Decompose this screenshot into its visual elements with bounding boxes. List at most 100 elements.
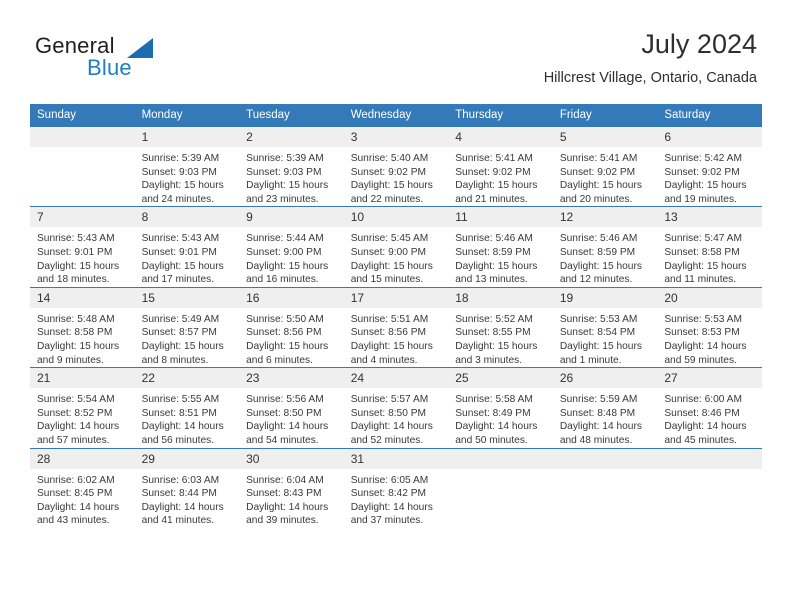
day-cell[interactable]: 7 Sunrise: 5:43 AM Sunset: 9:01 PM Dayli… xyxy=(30,206,135,288)
day-cell[interactable]: 31 Sunrise: 6:05 AM Sunset: 8:42 PM Dayl… xyxy=(343,447,449,528)
weekday-header-row: Sunday Monday Tuesday Wednesday Thursday… xyxy=(30,104,762,127)
day-number: 7 xyxy=(30,207,135,228)
sunset-text: Sunset: 8:52 PM xyxy=(37,407,113,419)
daylight-text-line1: Daylight: 15 hours xyxy=(664,180,747,192)
daylight-text-line1: Daylight: 15 hours xyxy=(37,260,120,272)
day-cell[interactable]: 1 Sunrise: 5:39 AM Sunset: 9:03 PM Dayli… xyxy=(134,125,240,207)
daylight-text-line1: Daylight: 14 hours xyxy=(141,421,224,433)
day-cell[interactable]: 15 Sunrise: 5:49 AM Sunset: 8:57 PM Dayl… xyxy=(134,286,240,368)
day-details: Sunrise: 6:04 AM Sunset: 8:43 PM Dayligh… xyxy=(239,469,344,528)
sunset-text: Sunset: 8:56 PM xyxy=(350,327,427,339)
daylight-text-line1: Daylight: 14 hours xyxy=(664,340,747,352)
calendar-grid: Sunday Monday Tuesday Wednesday Thursday… xyxy=(30,104,762,528)
day-cell[interactable]: 17 Sunrise: 5:51 AM Sunset: 8:56 PM Dayl… xyxy=(343,286,449,368)
day-details: Sunrise: 5:48 AM Sunset: 8:58 PM Dayligh… xyxy=(30,308,135,367)
day-details: Sunrise: 5:52 AM Sunset: 8:55 PM Dayligh… xyxy=(448,308,553,367)
sunrise-text: Sunrise: 5:58 AM xyxy=(455,394,533,406)
day-cell[interactable]: 21 Sunrise: 5:54 AM Sunset: 8:52 PM Dayl… xyxy=(30,367,135,448)
day-cell[interactable]: 20 Sunrise: 5:53 AM Sunset: 8:53 PM Dayl… xyxy=(657,286,762,368)
daylight-text-line2: and 18 minutes. xyxy=(37,274,110,286)
day-cell[interactable]: 29 Sunrise: 6:03 AM Sunset: 8:44 PM Dayl… xyxy=(134,447,240,528)
day-cell[interactable]: 13 Sunrise: 5:47 AM Sunset: 8:58 PM Dayl… xyxy=(657,206,762,288)
sunrise-text: Sunrise: 5:46 AM xyxy=(559,233,638,245)
day-cell[interactable]: 24 Sunrise: 5:57 AM Sunset: 8:50 PM Dayl… xyxy=(343,367,449,448)
sunrise-text: Sunrise: 5:46 AM xyxy=(455,233,533,245)
day-cell[interactable]: 11 Sunrise: 5:46 AM Sunset: 8:59 PM Dayl… xyxy=(448,206,553,288)
sunrise-text: Sunrise: 6:00 AM xyxy=(664,394,742,406)
daylight-text-line2: and 43 minutes. xyxy=(37,515,110,527)
day-cell[interactable] xyxy=(30,125,135,207)
day-cell[interactable]: 18 Sunrise: 5:52 AM Sunset: 8:55 PM Dayl… xyxy=(448,286,553,368)
sunset-text: Sunset: 8:51 PM xyxy=(141,407,217,419)
calendar-body: 1 Sunrise: 5:39 AM Sunset: 9:03 PM Dayli… xyxy=(30,125,762,528)
brand-logo[interactable]: General Blue xyxy=(35,33,155,83)
daylight-text-line2: and 15 minutes. xyxy=(350,274,424,286)
day-details: Sunrise: 5:40 AM Sunset: 9:02 PM Dayligh… xyxy=(344,147,449,206)
sunrise-text: Sunrise: 5:42 AM xyxy=(664,153,742,164)
week-row: 28 Sunrise: 6:02 AM Sunset: 8:45 PM Dayl… xyxy=(30,447,762,528)
day-cell[interactable]: 9 Sunrise: 5:44 AM Sunset: 9:00 PM Dayli… xyxy=(239,206,344,288)
daylight-text-line2: and 3 minutes. xyxy=(455,354,523,366)
day-cell[interactable]: 5 Sunrise: 5:41 AM Sunset: 9:02 PM Dayli… xyxy=(552,125,658,207)
day-details: Sunrise: 5:53 AM Sunset: 8:54 PM Dayligh… xyxy=(553,308,658,367)
day-cell[interactable]: 23 Sunrise: 5:56 AM Sunset: 8:50 PM Dayl… xyxy=(239,367,344,448)
day-cell[interactable]: 16 Sunrise: 5:50 AM Sunset: 8:56 PM Dayl… xyxy=(239,286,344,368)
day-cell[interactable]: 4 Sunrise: 5:41 AM Sunset: 9:02 PM Dayli… xyxy=(448,125,553,207)
day-cell[interactable]: 19 Sunrise: 5:53 AM Sunset: 8:54 PM Dayl… xyxy=(552,286,658,368)
weekday-header-saturday: Saturday xyxy=(657,104,762,127)
day-cell[interactable]: 30 Sunrise: 6:04 AM Sunset: 8:43 PM Dayl… xyxy=(239,447,344,528)
day-cell[interactable]: 3 Sunrise: 5:40 AM Sunset: 9:02 PM Dayli… xyxy=(343,125,449,207)
sunset-text: Sunset: 8:58 PM xyxy=(37,327,113,339)
day-details xyxy=(553,469,658,474)
daylight-text-line1: Daylight: 14 hours xyxy=(246,501,329,513)
day-cell[interactable]: 8 Sunrise: 5:43 AM Sunset: 9:01 PM Dayli… xyxy=(134,206,240,288)
day-cell[interactable]: 27 Sunrise: 6:00 AM Sunset: 8:46 PM Dayl… xyxy=(657,367,762,448)
day-cell[interactable]: 25 Sunrise: 5:58 AM Sunset: 8:49 PM Dayl… xyxy=(448,367,553,448)
daylight-text-line2: and 17 minutes. xyxy=(141,274,215,286)
daylight-text-line1: Daylight: 15 hours xyxy=(246,340,329,352)
daylight-text-line2: and 8 minutes. xyxy=(141,354,209,366)
sunset-text: Sunset: 8:50 PM xyxy=(246,407,322,419)
daylight-text-line2: and 1 minute. xyxy=(559,354,622,366)
weekday-header-thursday: Thursday xyxy=(448,104,553,127)
day-details: Sunrise: 5:59 AM Sunset: 8:48 PM Dayligh… xyxy=(553,388,658,447)
day-cell[interactable]: 14 Sunrise: 5:48 AM Sunset: 8:58 PM Dayl… xyxy=(30,286,135,368)
day-number: 11 xyxy=(448,207,553,228)
daylight-text-line2: and 39 minutes. xyxy=(246,515,319,527)
day-cell[interactable]: 28 Sunrise: 6:02 AM Sunset: 8:45 PM Dayl… xyxy=(30,447,135,528)
day-cell[interactable]: 22 Sunrise: 5:55 AM Sunset: 8:51 PM Dayl… xyxy=(134,367,240,448)
day-details: Sunrise: 5:54 AM Sunset: 8:52 PM Dayligh… xyxy=(30,388,135,447)
day-number: 28 xyxy=(30,448,135,469)
sunset-text: Sunset: 9:01 PM xyxy=(141,246,217,258)
sunrise-text: Sunrise: 5:39 AM xyxy=(141,153,220,164)
day-number: 10 xyxy=(343,207,449,228)
day-number xyxy=(30,127,135,147)
day-details: Sunrise: 5:42 AM Sunset: 9:02 PM Dayligh… xyxy=(657,147,762,206)
day-number: 9 xyxy=(239,207,344,228)
sunrise-text: Sunrise: 5:43 AM xyxy=(141,233,220,245)
daylight-text-line2: and 22 minutes. xyxy=(350,193,424,205)
day-details: Sunrise: 5:46 AM Sunset: 8:59 PM Dayligh… xyxy=(448,227,553,286)
sunrise-text: Sunrise: 5:41 AM xyxy=(455,153,533,164)
daylight-text-line2: and 13 minutes. xyxy=(455,274,528,286)
sunrise-text: Sunrise: 5:39 AM xyxy=(246,153,324,164)
sunrise-text: Sunrise: 5:45 AM xyxy=(350,233,429,245)
day-number: 22 xyxy=(134,368,240,389)
day-cell[interactable]: 26 Sunrise: 5:59 AM Sunset: 8:48 PM Dayl… xyxy=(552,367,658,448)
daylight-text-line2: and 45 minutes. xyxy=(664,434,737,446)
day-cell[interactable]: 6 Sunrise: 5:42 AM Sunset: 9:02 PM Dayli… xyxy=(657,125,762,207)
weekday-header-sunday: Sunday xyxy=(30,104,135,127)
sunset-text: Sunset: 8:58 PM xyxy=(664,246,740,258)
daylight-text-line1: Daylight: 15 hours xyxy=(350,340,433,352)
daylight-text-line2: and 23 minutes. xyxy=(246,193,319,205)
day-cell[interactable]: 12 Sunrise: 5:46 AM Sunset: 8:59 PM Dayl… xyxy=(552,206,658,288)
day-cell[interactable]: 2 Sunrise: 5:39 AM Sunset: 9:03 PM Dayli… xyxy=(239,125,344,207)
day-number: 13 xyxy=(657,207,762,228)
day-details: Sunrise: 5:50 AM Sunset: 8:56 PM Dayligh… xyxy=(239,308,344,367)
day-details xyxy=(657,469,762,474)
day-number: 16 xyxy=(239,287,344,308)
daylight-text-line1: Daylight: 15 hours xyxy=(455,180,538,192)
day-details: Sunrise: 5:56 AM Sunset: 8:50 PM Dayligh… xyxy=(239,388,344,447)
daylight-text-line1: Daylight: 15 hours xyxy=(455,340,538,352)
day-cell[interactable]: 10 Sunrise: 5:45 AM Sunset: 9:00 PM Dayl… xyxy=(343,206,449,288)
